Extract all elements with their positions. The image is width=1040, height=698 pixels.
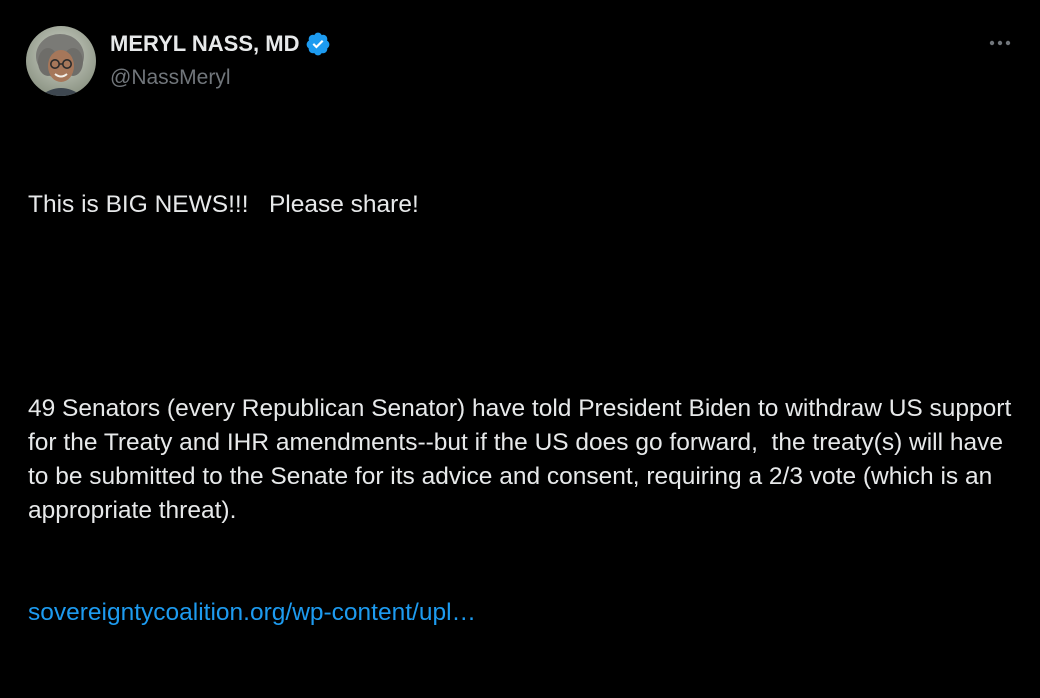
avatar-image [26,26,96,96]
verified-badge-icon [307,32,330,56]
tweet-link[interactable]: sovereigntycoalition.org/wp-content/upl… [28,596,1028,630]
tweet-card: MERYL NASS, MD @NassMeryl This is BIG NE… [0,0,1040,626]
author-handle[interactable]: @NassMeryl [110,64,231,92]
display-name-text: MERYL NASS, MD [110,31,300,56]
tweet-text: This is BIG NEWS!!! Please share! 49 Sen… [28,120,1028,698]
more-options-icon [989,40,1011,46]
avatar[interactable] [26,26,96,96]
more-options-button[interactable] [980,28,1020,58]
tweet-text-paragraph-2: 49 Senators (every Republican Senator) h… [28,395,1019,524]
author-display-name[interactable]: MERYL NASS, MD [110,30,331,58]
tweet-text-line-1: This is BIG NEWS!!! Please share! [28,191,419,218]
